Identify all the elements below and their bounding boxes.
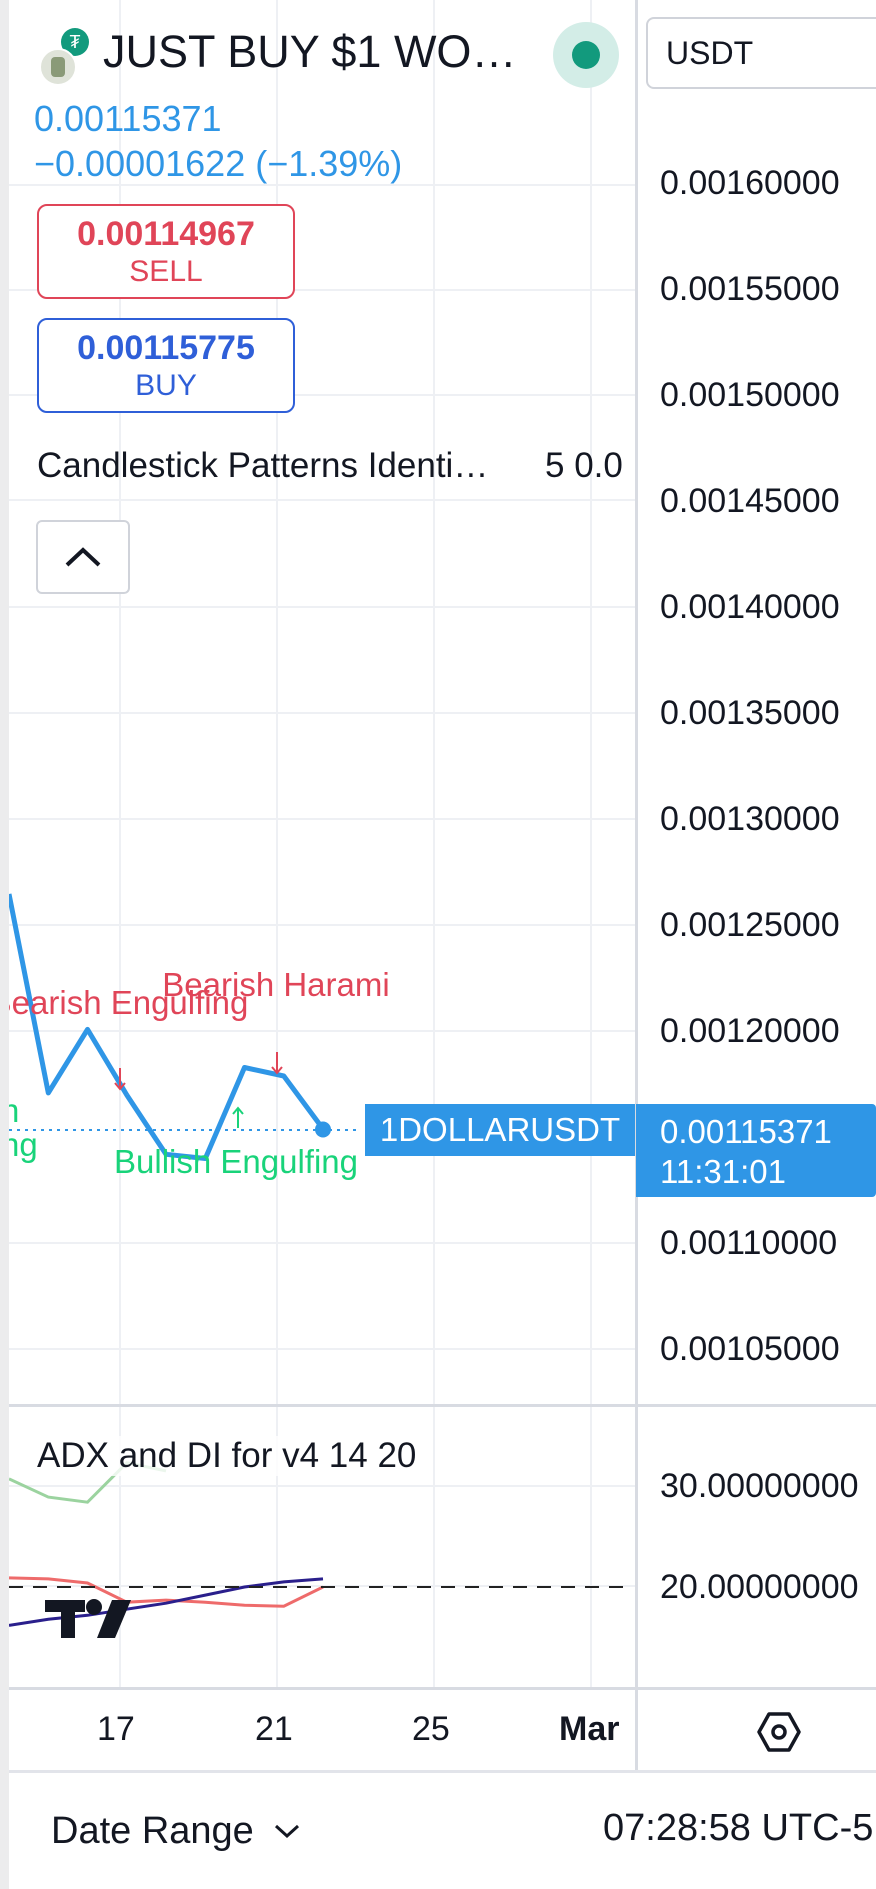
bull-arrow xyxy=(232,1106,244,1128)
buy-label: BUY xyxy=(135,368,197,402)
price-axis-label: 0.00125000 xyxy=(660,906,840,944)
marker-cut-1: n xyxy=(9,1092,20,1129)
pane-divider[interactable] xyxy=(9,1404,876,1407)
bar-countdown: 11:31:01 xyxy=(660,1153,787,1190)
price-axis-label: 0.00135000 xyxy=(660,694,840,732)
time-axis-label: 21 xyxy=(255,1710,293,1748)
price-axis-label: 0.00120000 xyxy=(660,1012,840,1050)
time-axis-label: 17 xyxy=(97,1710,135,1748)
marker-cut-2: ng xyxy=(9,1126,38,1163)
sell-price: 0.00114967 xyxy=(77,214,255,253)
price-axis-label: 0.00130000 xyxy=(660,800,840,838)
chevron-down-icon xyxy=(274,1824,299,1839)
collapse-indicators-button[interactable] xyxy=(36,520,130,594)
price-change: −0.00001622 (−1.39%) xyxy=(34,143,403,184)
marker-bullish-engulfing: Bullish Engulfing xyxy=(114,1143,358,1180)
sell-label: SELL xyxy=(129,254,203,288)
candlestick-indicator-params: 5 0.0 xyxy=(545,446,623,485)
price-axis-label: 0.00155000 xyxy=(660,270,840,308)
coin-icon xyxy=(39,48,77,86)
chart-app: Bearish Engulfing Bearish Harami Bullish… xyxy=(9,0,876,1889)
adx-axis-label: 30.00000000 xyxy=(660,1467,859,1505)
adx-indicator-title[interactable]: ADX and DI for v4 14 20 xyxy=(37,1436,417,1476)
footer-clock[interactable]: 07:28:58 UTC-5 xyxy=(603,1807,873,1850)
market-status-button[interactable] xyxy=(553,22,619,88)
last-price-dot xyxy=(315,1121,331,1138)
price-axis-label: 0.00150000 xyxy=(660,376,840,414)
footer-divider xyxy=(9,1770,876,1773)
currency-selector[interactable]: USDT xyxy=(646,17,876,89)
time-axis-label: Mar xyxy=(559,1710,620,1748)
candlestick-indicator-title[interactable]: Candlestick Patterns Identi… xyxy=(37,446,488,486)
last-price-tag-value: 0.00115371 xyxy=(660,1113,832,1150)
last-price-axis-tag: 0.00115371 11:31:01 xyxy=(636,1104,876,1197)
time-axis-divider xyxy=(9,1687,876,1690)
price-axis-divider xyxy=(635,0,638,1770)
date-range-label: Date Range xyxy=(51,1809,254,1852)
symbol-logo: ₮ xyxy=(31,24,95,88)
last-price: 0.00115371 xyxy=(34,98,222,139)
market-open-icon xyxy=(572,41,600,69)
symbol-price-tag: 1DOLLARUSDT xyxy=(365,1104,635,1156)
price-axis-label: 0.00160000 xyxy=(660,164,840,202)
buy-price: 0.00115775 xyxy=(77,328,255,367)
time-axis-label: 25 xyxy=(412,1710,450,1748)
price-series-line xyxy=(9,893,326,1161)
chevron-up-icon xyxy=(65,547,101,567)
price-axis-label: 0.00105000 xyxy=(660,1330,840,1368)
settings-hexagon-icon xyxy=(757,1712,801,1752)
date-range-button[interactable]: Date Range xyxy=(51,1806,302,1856)
sell-button[interactable]: 0.00114967 SELL xyxy=(37,204,295,299)
price-axis-label: 0.00145000 xyxy=(660,482,840,520)
adx-axis-label: 20.00000000 xyxy=(660,1568,859,1606)
buy-button[interactable]: 0.00115775 BUY xyxy=(37,318,295,413)
price-axis-label: 0.00110000 xyxy=(660,1224,838,1262)
price-axis-label: 0.00140000 xyxy=(660,588,840,626)
symbol-title[interactable]: JUST BUY $1 WO… xyxy=(103,26,516,78)
chart-settings-button[interactable] xyxy=(755,1708,803,1756)
marker-bearish-harami: Bearish Harami xyxy=(162,966,390,1003)
